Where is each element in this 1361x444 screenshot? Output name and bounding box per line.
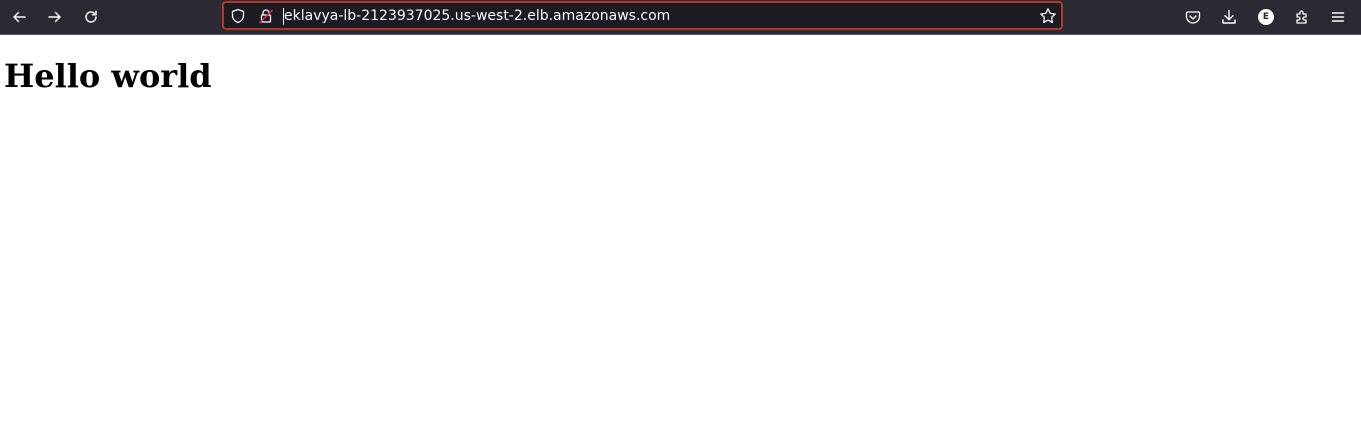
- puzzle-icon: [1294, 9, 1310, 25]
- download-icon: [1221, 9, 1237, 25]
- url-text[interactable]: eklavya-lb-2123937025.us-west-2.elb.amaz…: [284, 7, 670, 26]
- back-button[interactable]: [5, 3, 33, 31]
- page-heading: Hello world: [4, 57, 212, 95]
- reload-button[interactable]: [77, 3, 105, 31]
- account-avatar: E: [1258, 9, 1274, 25]
- arrow-right-icon: [47, 9, 63, 25]
- shield-icon[interactable]: [228, 7, 248, 25]
- star-icon[interactable]: [1038, 7, 1058, 25]
- reload-icon: [83, 9, 99, 25]
- forward-button[interactable]: [41, 3, 69, 31]
- account-button[interactable]: E: [1252, 3, 1280, 31]
- downloads-button[interactable]: [1215, 3, 1243, 31]
- extensions-button[interactable]: [1288, 3, 1316, 31]
- page-content: Hello world: [0, 36, 1361, 444]
- menu-button[interactable]: [1324, 3, 1352, 31]
- pocket-button[interactable]: [1179, 3, 1207, 31]
- pocket-icon: [1185, 9, 1201, 25]
- hamburger-menu-icon: [1330, 9, 1346, 25]
- insecure-lock-icon[interactable]: [256, 7, 276, 25]
- browser-toolbar: eklavya-lb-2123937025.us-west-2.elb.amaz…: [0, 0, 1361, 35]
- arrow-left-icon: [11, 9, 27, 25]
- url-bar[interactable]: eklavya-lb-2123937025.us-west-2.elb.amaz…: [222, 1, 1063, 30]
